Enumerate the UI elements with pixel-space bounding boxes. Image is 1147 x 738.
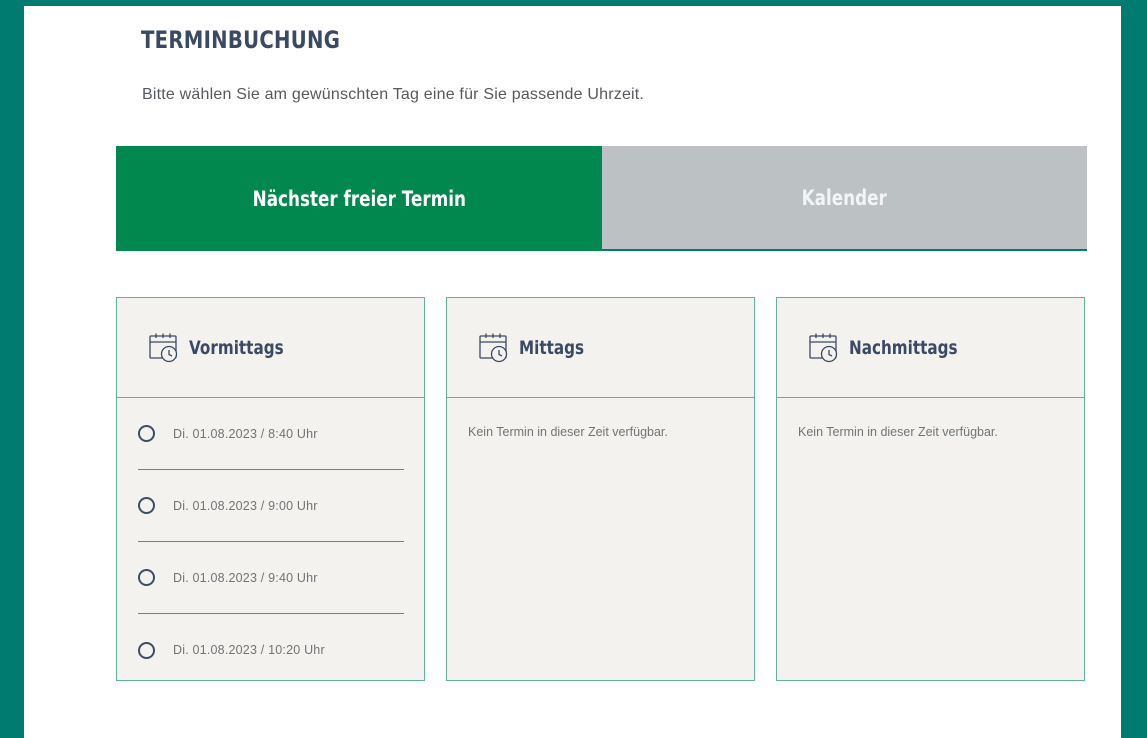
slot-list-morning: Di. 01.08.2023 / 8:40 Uhr Di. 01.08.2023…: [117, 398, 424, 686]
calendar-clock-icon: [148, 332, 182, 364]
no-appointment-message: Kein Termin in dieser Zeit verfügbar.: [468, 425, 668, 439]
period-header-noon: Mittags: [447, 298, 754, 398]
slot-option[interactable]: Di. 01.08.2023 / 9:40 Uhr: [138, 542, 404, 614]
tab-calendar-label: Kalender: [801, 185, 888, 210]
period-header-afternoon: Nachmittags: [777, 298, 1084, 398]
slot-label: Di. 01.08.2023 / 9:00 Uhr: [173, 498, 318, 513]
period-card-morning: Vormittags Di. 01.08.2023 / 8:40 Uhr Di.…: [116, 297, 425, 681]
radio-button[interactable]: [138, 569, 155, 586]
period-title-afternoon: Nachmittags: [849, 336, 958, 359]
slot-option[interactable]: Di. 01.08.2023 / 8:40 Uhr: [138, 398, 404, 470]
calendar-clock-icon: [808, 332, 842, 364]
slot-option[interactable]: Di. 01.08.2023 / 9:00 Uhr: [138, 470, 404, 542]
tab-next-free-appointment[interactable]: Nächster freier Termin: [116, 146, 602, 251]
page-title: TERMINBUCHUNG: [141, 26, 341, 54]
tab-calendar[interactable]: Kalender: [602, 146, 1087, 251]
calendar-clock-icon: [478, 332, 512, 364]
period-card-noon: Mittags Kein Termin in dieser Zeit verfü…: [446, 297, 755, 681]
radio-button[interactable]: [138, 641, 155, 659]
slot-label: Di. 01.08.2023 / 8:40 Uhr: [173, 426, 318, 441]
period-header-morning: Vormittags: [117, 298, 424, 398]
booking-tabs: Nächster freier Termin Kalender: [116, 146, 1087, 251]
period-card-afternoon: Nachmittags Kein Termin in dieser Zeit v…: [776, 297, 1085, 681]
slot-label: Di. 01.08.2023 / 10:20 Uhr: [173, 643, 325, 657]
tab-next-free-appointment-label: Nächster freier Termin: [252, 186, 466, 211]
radio-button[interactable]: [138, 497, 155, 514]
radio-button[interactable]: [138, 425, 155, 442]
slot-label: Di. 01.08.2023 / 9:40 Uhr: [173, 570, 318, 585]
period-title-morning: Vormittags: [189, 336, 284, 359]
period-title-noon: Mittags: [519, 336, 585, 359]
intro-text: Bitte wählen Sie am gewünschten Tag eine…: [142, 86, 645, 103]
slot-option[interactable]: Di. 01.08.2023 / 10:20 Uhr: [138, 614, 404, 686]
no-appointment-message: Kein Termin in dieser Zeit verfügbar.: [798, 425, 998, 439]
